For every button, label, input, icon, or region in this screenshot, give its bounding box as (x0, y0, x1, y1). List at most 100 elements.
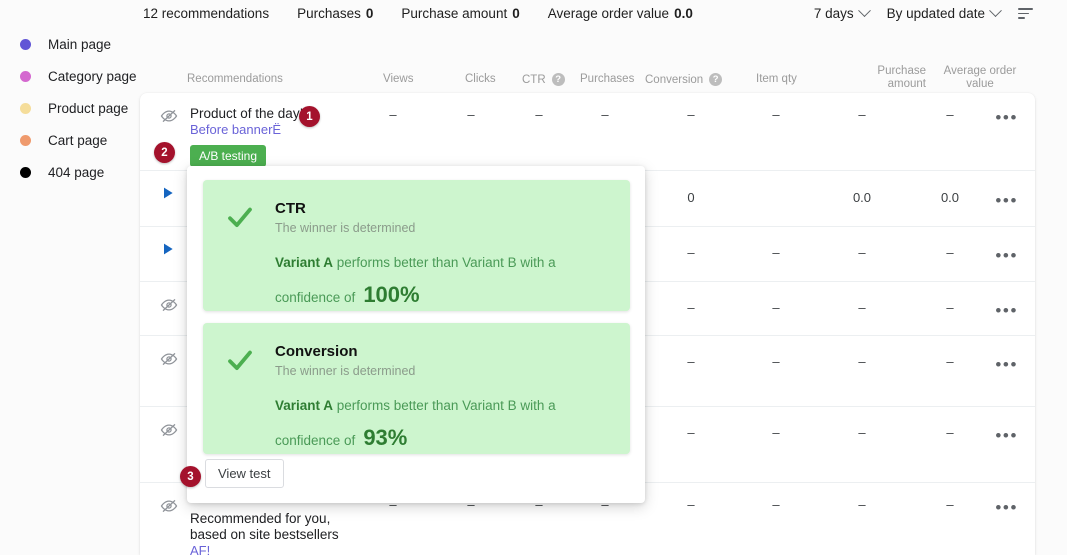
card-confidence: 93% (363, 425, 408, 450)
cell-purchase-amount: – (858, 300, 866, 315)
cell-item-qty: – (772, 425, 780, 440)
sidebar-item-label: Product page (48, 100, 129, 116)
cell-conversion: – (687, 354, 695, 369)
cell-purchase-amount: – (858, 354, 866, 369)
sidebar-item-label: Cart page (48, 132, 108, 148)
help-icon[interactable]: ? (551, 73, 565, 86)
sidebar-item-product-page[interactable]: Product page (0, 92, 140, 124)
col-header-conversion-label: Conversion (645, 74, 704, 86)
recommendations-count: 12 recommendations (143, 6, 270, 21)
card-status: The winner is determined (275, 221, 416, 235)
cell-purchase-amount: – (858, 107, 866, 122)
cell-item-qty: – (772, 107, 780, 122)
eye-off-icon[interactable] (160, 421, 178, 439)
metric-average-order-value: Average order value 0.0 (548, 6, 693, 21)
metric-purchase-amount-value: 0 (512, 6, 520, 21)
metric-purchase-amount-label: Purchase amount (401, 6, 508, 21)
cell-conversion: – (687, 245, 695, 260)
col-header-recommendations: Recommendations (187, 73, 283, 85)
col-header-purchase-amount: Purchase amount (877, 65, 926, 90)
page-color-dot (20, 102, 31, 114)
metric-purchases-value: 0 (365, 6, 374, 21)
eye-off-icon[interactable] (160, 107, 178, 125)
sort-selector[interactable]: By updated date (887, 4, 1002, 21)
card-title: CTR (275, 200, 306, 217)
row-menu-icon[interactable]: ••• (995, 109, 1018, 126)
card-body: Variant A performs better than Variant B… (275, 390, 615, 457)
play-icon[interactable] (160, 241, 178, 259)
row-menu-icon[interactable]: ••• (995, 356, 1018, 373)
row-menu-icon[interactable]: ••• (995, 499, 1018, 516)
cell-views: – (389, 107, 397, 122)
view-test-button[interactable]: View test (205, 459, 284, 488)
sidebar: Main page Category page Product page Car… (0, 28, 140, 188)
card-confidence: 100% (363, 282, 420, 307)
row-subtitle[interactable]: AF! (190, 543, 339, 555)
sidebar-item-label: Main page (48, 36, 112, 52)
eye-off-icon[interactable] (160, 497, 178, 515)
table-row[interactable]: Product of the day! Before bannerË A/B t… (140, 93, 1035, 171)
top-controls: 7 days By updated date (814, 4, 1033, 21)
card-variant: Variant A (275, 398, 334, 413)
period-selector[interactable]: 7 days (814, 4, 871, 21)
row-menu-icon[interactable]: ••• (995, 302, 1018, 319)
ab-result-card-ctr: CTR The winner is determined Variant A p… (203, 180, 630, 311)
sidebar-item-cart-page[interactable]: Cart page (0, 124, 140, 156)
page-color-dot (20, 134, 31, 146)
metric-purchase-amount: Purchase amount 0 (401, 6, 519, 21)
chevron-down-icon (989, 4, 1002, 18)
play-icon[interactable] (160, 185, 178, 203)
row-menu-icon[interactable]: ••• (995, 247, 1018, 264)
cell-purchases: – (601, 107, 609, 122)
sidebar-item-category-page[interactable]: Category page (0, 60, 140, 92)
row-subtitle[interactable]: Before bannerË (190, 122, 303, 138)
col-header-views: Views (383, 73, 414, 85)
eye-off-icon[interactable] (160, 350, 178, 368)
cell-purchase-amount: – (858, 497, 866, 512)
check-icon (225, 345, 255, 375)
metric-average-order-value-label: Average order value (547, 6, 670, 21)
row-menu-icon[interactable]: ••• (995, 192, 1018, 209)
row-menu-icon[interactable]: ••• (995, 427, 1018, 444)
cell-average-order-value: – (946, 245, 954, 260)
sidebar-item-404-page[interactable]: 404 page (0, 156, 140, 188)
cell-conversion: – (687, 300, 695, 315)
metrics-group: 12 recommendations Purchases 0 Purchase a… (143, 6, 693, 21)
sort-lines-icon[interactable] (1018, 7, 1033, 20)
page-color-dot (20, 166, 31, 178)
marker-2: 2 (154, 142, 175, 163)
cell-average-order-value: – (946, 425, 954, 440)
cell-average-order-value: – (946, 107, 954, 122)
card-body: Variant A performs better than Variant B… (275, 247, 615, 314)
page-color-dot (20, 70, 31, 82)
sidebar-item-main-page[interactable]: Main page (0, 28, 140, 60)
cell-item-qty: – (772, 354, 780, 369)
col-header-purchases: Purchases (580, 73, 635, 85)
cell-average-order-value: – (946, 354, 954, 369)
ab-testing-badge[interactable]: A/B testing (190, 145, 267, 167)
page-color-dot (20, 38, 31, 50)
table-header: Recommendations Views Clicks CTR? Purcha… (140, 62, 1035, 93)
row-title-group: Recommended for you, based on site bests… (190, 495, 339, 555)
marker-3: 3 (180, 466, 201, 487)
col-header-conversion: Conversion? (645, 73, 723, 87)
cell-average-order-value: – (946, 300, 954, 315)
metric-purchases: Purchases 0 (297, 6, 373, 21)
app-root: 12 recommendations Purchases 0 Purchase a… (0, 0, 1067, 555)
eye-off-icon[interactable] (160, 296, 178, 314)
cell-item-qty: – (772, 300, 780, 315)
chevron-down-icon (857, 4, 871, 18)
cell-purchases: 0 (687, 190, 695, 205)
metric-purchases-label: Purchases (297, 6, 361, 21)
col-header-item-qty: Item qty (756, 73, 797, 85)
cell-ctr: – (535, 107, 543, 122)
cell-purchase-amount: – (858, 245, 866, 260)
sidebar-item-label: Category page (48, 68, 137, 84)
top-metrics-bar: 12 recommendations Purchases 0 Purchase a… (0, 0, 1067, 33)
card-title: Conversion (275, 343, 358, 360)
marker-1: 1 (299, 106, 320, 127)
help-icon[interactable]: ? (709, 73, 723, 86)
cell-average-order-value: – (946, 497, 954, 512)
cell-clicks: – (467, 107, 475, 122)
col-header-ctr-label: CTR (522, 74, 546, 86)
